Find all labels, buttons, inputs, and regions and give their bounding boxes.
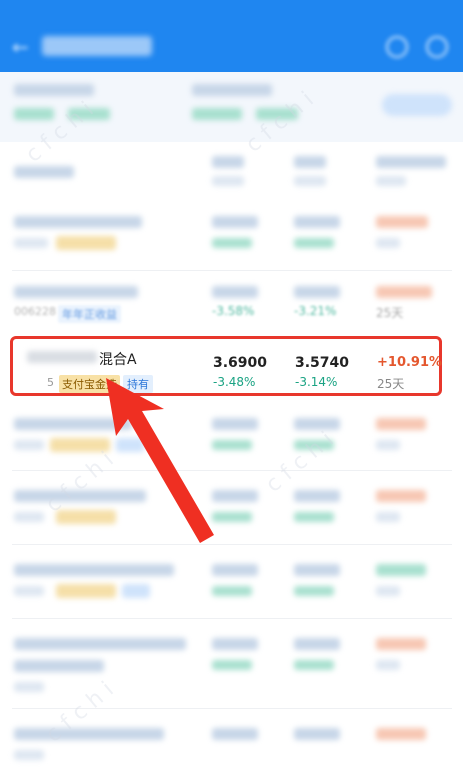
pointer-arrow-icon — [106, 378, 214, 543]
